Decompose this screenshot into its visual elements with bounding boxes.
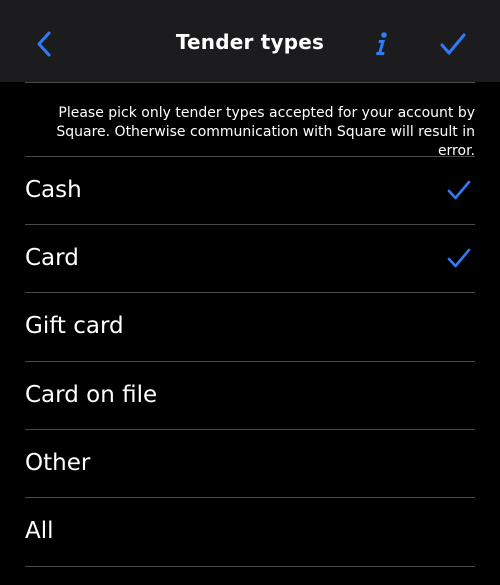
tender-type-label: All	[25, 518, 54, 544]
tender-type-label: Cash	[25, 177, 82, 203]
tender-types-screen: Tender types Please pick only tender typ…	[0, 0, 500, 585]
page-title: Tender types	[175, 30, 325, 54]
tender-type-label: Card on file	[25, 382, 158, 408]
square-notice-text: Please pick only tender types accepted f…	[56, 105, 475, 159]
tender-type-row-card-on-file[interactable]: Card on file	[0, 362, 500, 429]
tender-type-row-all[interactable]: All	[0, 498, 500, 565]
tender-type-row-card[interactable]: Card	[0, 225, 500, 292]
divider	[25, 82, 475, 83]
done-button[interactable]	[432, 24, 474, 64]
tender-type-label: Card	[25, 245, 79, 271]
checkmark-icon	[447, 248, 471, 268]
checkmark-icon	[447, 180, 471, 200]
tender-type-row-gift-card[interactable]: Gift card	[0, 293, 500, 360]
info-button[interactable]	[362, 24, 402, 64]
tender-type-label: Gift card	[25, 313, 124, 339]
navigation-bar: Tender types	[0, 0, 500, 82]
tender-type-label: Other	[25, 450, 91, 476]
checkmark-icon	[440, 33, 466, 55]
divider	[25, 566, 475, 567]
tender-type-row-other[interactable]: Other	[0, 430, 500, 497]
tender-type-row-cash[interactable]: Cash	[0, 157, 500, 224]
info-icon	[376, 32, 387, 55]
